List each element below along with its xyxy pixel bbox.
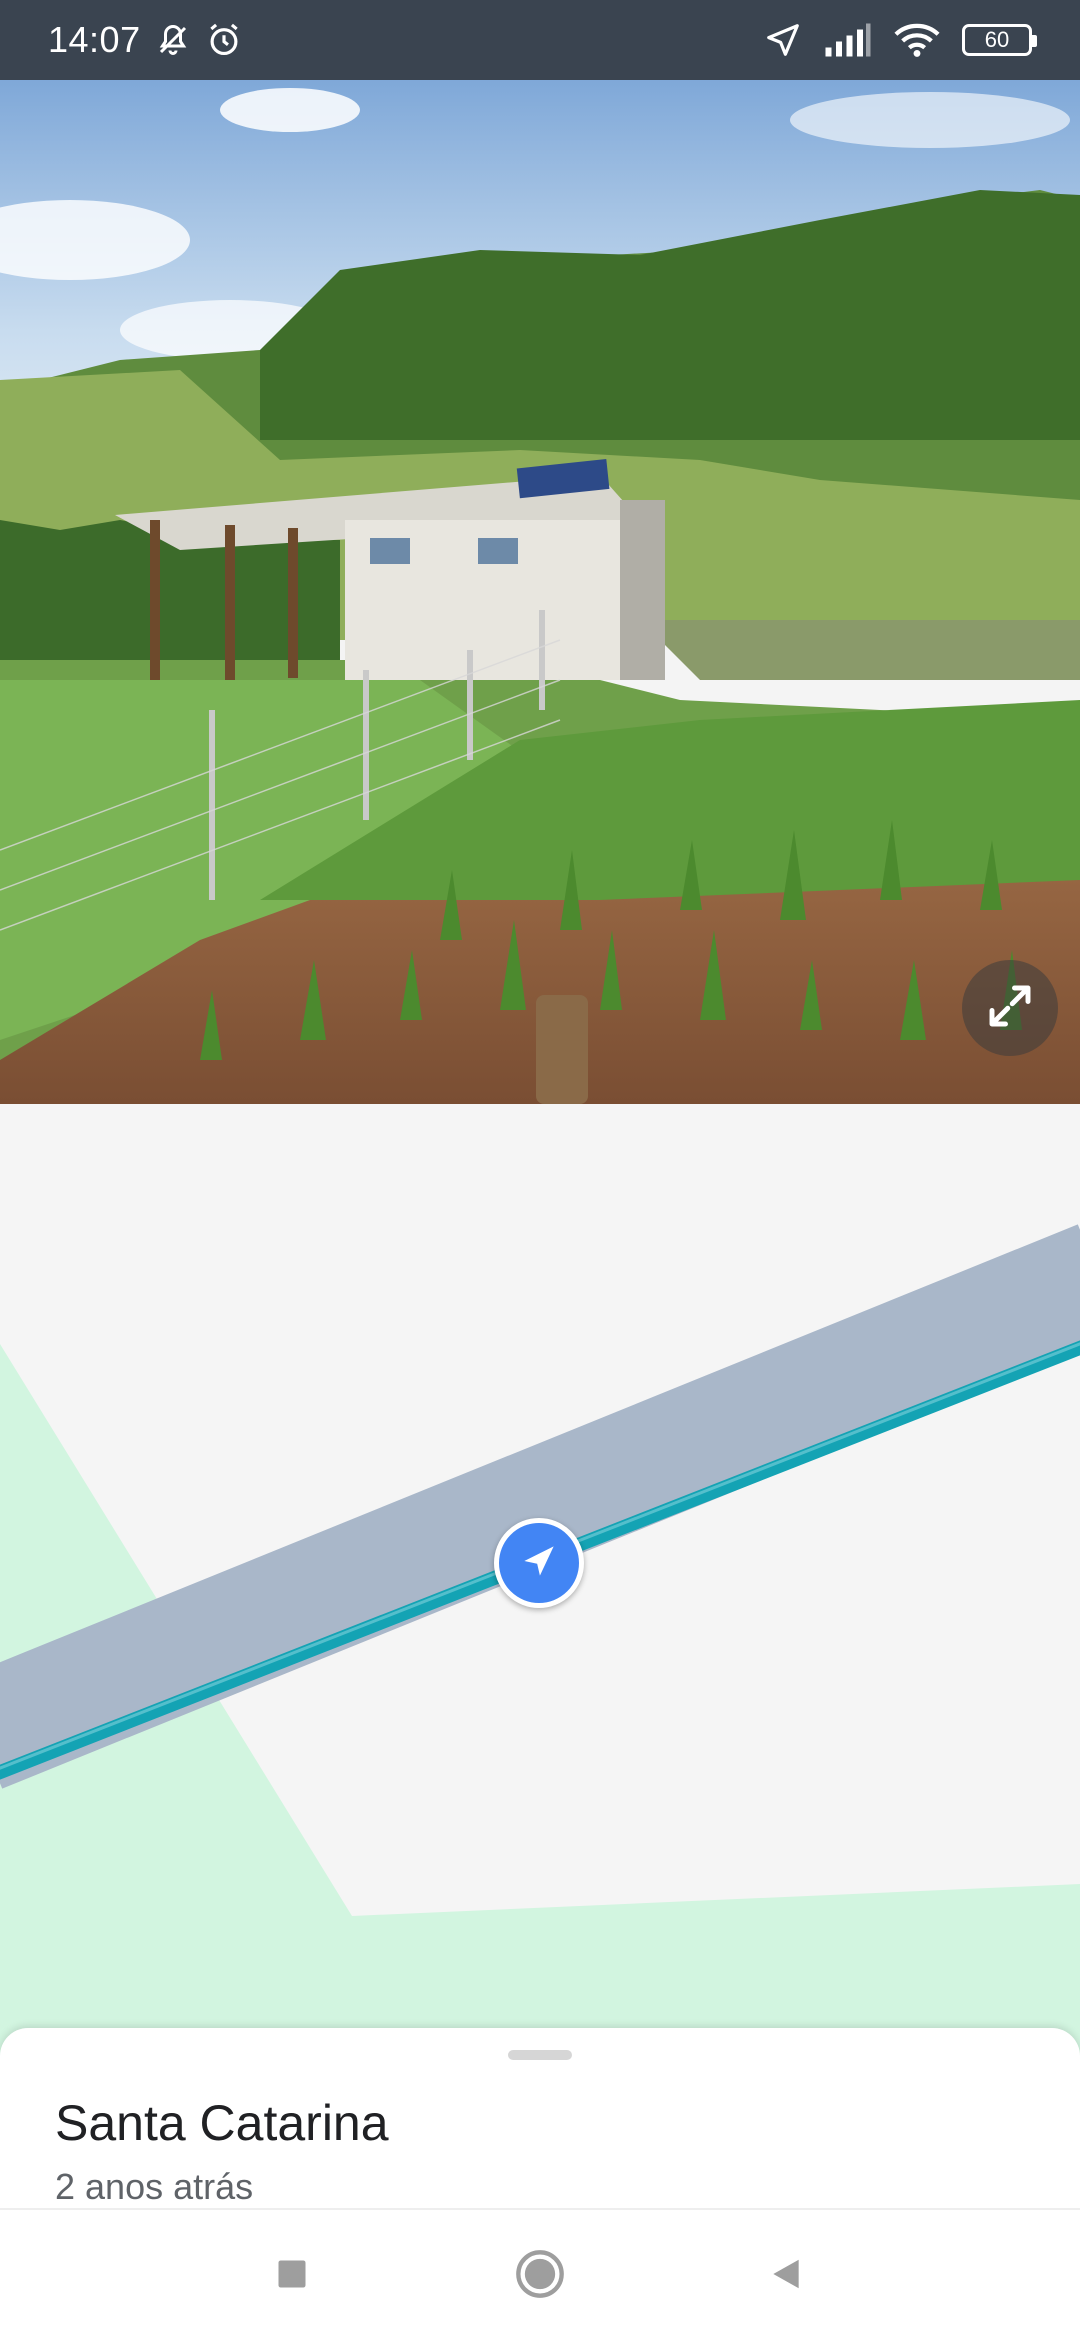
drag-handle[interactable] — [508, 2050, 572, 2060]
system-nav-bar — [0, 2208, 1080, 2340]
home-circle-icon — [514, 2248, 566, 2305]
street-view-scene — [0, 80, 1080, 1104]
place-date: 2 anos atrás — [55, 2166, 254, 2207]
location-arrow-icon — [764, 21, 802, 59]
recents-square-icon — [274, 2256, 310, 2297]
bottom-sheet[interactable]: Santa Catarina 2 anos atrás — [0, 2028, 1080, 2208]
back-button[interactable] — [726, 2210, 846, 2340]
expand-button[interactable] — [962, 960, 1058, 1056]
alarm-icon — [205, 21, 243, 59]
back-triangle-icon — [767, 2254, 805, 2299]
status-left: 14:07 — [48, 19, 243, 61]
street-view-image[interactable] — [0, 80, 1080, 1104]
signal-icon — [824, 23, 872, 57]
navigation-arrow-icon — [517, 1539, 561, 1588]
battery-icon: 60 — [962, 24, 1037, 56]
battery-level: 60 — [984, 27, 1010, 52]
wifi-icon — [894, 22, 940, 58]
home-button[interactable] — [480, 2210, 600, 2340]
screen: 14:07 60 Santa Catarina 2 anos atrás — [0, 0, 1080, 2340]
place-title: Santa Catarina — [55, 2095, 389, 2151]
status-right: 60 — [764, 21, 1037, 59]
recents-button[interactable] — [232, 2210, 352, 2340]
expand-icon — [983, 979, 1037, 1038]
notifications-off-icon — [155, 22, 191, 58]
status-time: 14:07 — [48, 19, 141, 60]
location-marker[interactable] — [494, 1518, 584, 1608]
status-bar: 14:07 60 — [0, 0, 1080, 80]
